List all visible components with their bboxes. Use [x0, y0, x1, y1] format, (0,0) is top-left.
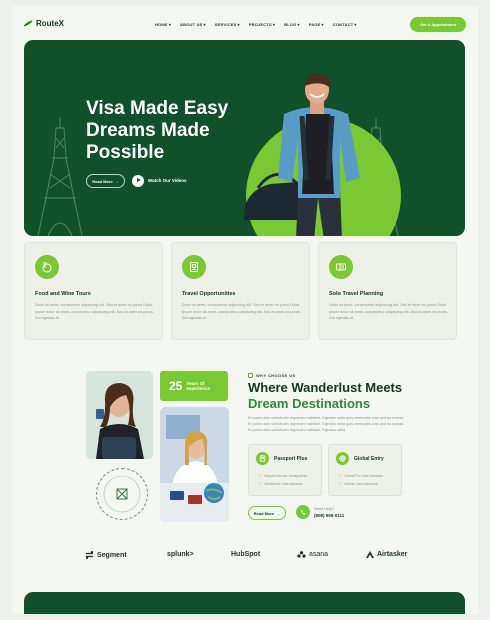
partner-name: HubSpot	[231, 551, 261, 558]
globe-icon	[336, 452, 349, 465]
feature-description: Dolor sit amet, consectetur adipiscing e…	[35, 303, 154, 320]
service-card-list: Beyond Border Immigration Worldwide Visa…	[258, 472, 307, 488]
about-title-highlight: Dream Destinations	[248, 396, 371, 411]
brand-logo[interactable]: RouteX	[24, 19, 64, 28]
service-card-header: Passport Plus	[256, 452, 307, 465]
route-leaf-icon	[24, 19, 33, 26]
feature-description: Dolor sit amet, consectetur adipiscing e…	[182, 303, 301, 320]
partner-name: Airtasker	[377, 551, 408, 558]
feature-card-solo[interactable]: Solo Travel Planning Dolor sit amet, con…	[318, 242, 457, 340]
food-icon	[35, 255, 59, 279]
traveler-woman-photo	[86, 371, 153, 459]
airtasker-logo-icon	[366, 551, 374, 558]
list-item: Beyond Border Immigration	[258, 472, 307, 480]
nav-item-page[interactable]: PAGE	[309, 22, 324, 27]
service-card-title: Passport Plus	[274, 455, 308, 462]
nav-item-about[interactable]: ABOUT US	[180, 22, 206, 27]
top-nav: RouteX HOME ABOUT US SERVICES PROJECTS B…	[12, 6, 478, 42]
asana-logo-icon	[297, 551, 306, 558]
about-description: Et purus duis sollicitudin dignissim hab…	[248, 416, 404, 433]
nav-item-services[interactable]: SERVICES	[215, 22, 240, 27]
about-title: Where Wanderlust Meets Dream Destination…	[248, 380, 402, 412]
segment-logo-icon	[85, 551, 94, 559]
eyebrow-label: WHY CHOOSE US	[256, 373, 296, 378]
visa-consultant-photo	[160, 407, 229, 522]
section-eyebrow: WHY CHOOSE US	[248, 373, 296, 378]
partner-name: asana	[309, 551, 329, 558]
feature-card-travel[interactable]: Travel Opportunities Dolor sit amet, con…	[171, 242, 310, 340]
nav-item-contact[interactable]: CONTACT	[333, 22, 357, 27]
watch-video-link[interactable]: Watch Our Videos	[148, 178, 187, 183]
feature-title: Food and Wine Tours	[35, 291, 91, 297]
feature-title: Travel Opportunities	[182, 291, 236, 297]
play-icon[interactable]	[132, 175, 144, 187]
hero-read-more-button[interactable]: Read More →	[86, 174, 125, 188]
experience-badge: 25 Years Of experience	[160, 371, 228, 401]
service-card-passport-plus[interactable]: Passport Plus Beyond Border Immigration …	[248, 444, 322, 496]
nav-item-home[interactable]: HOME	[155, 22, 171, 27]
feature-title: Solo Travel Planning	[329, 291, 384, 297]
stamp-icon	[103, 475, 141, 513]
service-card-title: Global Entry	[354, 455, 384, 462]
partner-logo-segment: Segment	[85, 551, 127, 559]
nav-item-projects[interactable]: PROJECTS	[249, 22, 275, 27]
hero-read-more-label: Read More	[92, 178, 113, 184]
help-phone-link[interactable]: (808) 555-0111	[314, 513, 344, 518]
service-card-global-entry[interactable]: Global Entry Global Pro Visa Services In…	[328, 444, 402, 496]
list-item: Worldwide Visa Advisors	[258, 480, 307, 488]
help-label: Need Help?	[314, 507, 335, 511]
phone-icon[interactable]	[296, 505, 310, 519]
brand-name: RouteX	[36, 19, 64, 28]
years-label: Years Of experience	[186, 380, 210, 392]
approved-badge	[96, 468, 148, 520]
arrow-right-icon: →	[114, 178, 119, 184]
hero-section: Visa Made Easy Dreams Made Possible Read…	[24, 40, 465, 236]
passport-icon	[182, 255, 206, 279]
partner-logo-splunk: splunk>	[167, 551, 194, 558]
list-item: Infinity Visa Solutions	[338, 480, 383, 488]
passport-icon	[256, 452, 269, 465]
list-item: Global Pro Visa Services	[338, 472, 383, 480]
service-card-header: Global Entry	[336, 452, 384, 465]
partner-name: splunk>	[167, 551, 194, 558]
nav-item-blog[interactable]: BLOG	[284, 22, 300, 27]
service-card-list: Global Pro Visa Services Infinity Visa S…	[338, 472, 383, 488]
page: RouteX HOME ABOUT US SERVICES PROJECTS B…	[12, 6, 478, 614]
arrow-right-icon: →	[276, 510, 281, 516]
about-read-more-label: Read More	[253, 510, 275, 516]
partner-logo-asana: asana	[297, 551, 328, 558]
years-number: 25	[169, 379, 183, 393]
feature-card-food[interactable]: Food and Wine Tours Dolor sit amet, cons…	[24, 242, 163, 340]
traveler-photo	[243, 73, 360, 236]
about-title-line: Where Wanderlust Meets	[248, 380, 403, 395]
appointment-button[interactable]: Get A Appointment	[410, 17, 466, 32]
main-menu: HOME ABOUT US SERVICES PROJECTS BLOG PAG…	[155, 22, 357, 27]
about-read-more-button[interactable]: Read More →	[248, 506, 286, 520]
partner-logo-airtasker: Airtasker	[366, 551, 407, 558]
feature-description: Dolor sit amet, consectetur adipiscing e…	[329, 303, 448, 320]
plane-icon	[248, 373, 253, 378]
partner-logo-hubspot: HubSpot	[231, 551, 260, 558]
next-section-band	[24, 592, 465, 614]
eiffel-tower-left-icon	[37, 118, 83, 236]
ticket-icon	[329, 255, 353, 279]
partner-name: Segment	[97, 551, 127, 559]
